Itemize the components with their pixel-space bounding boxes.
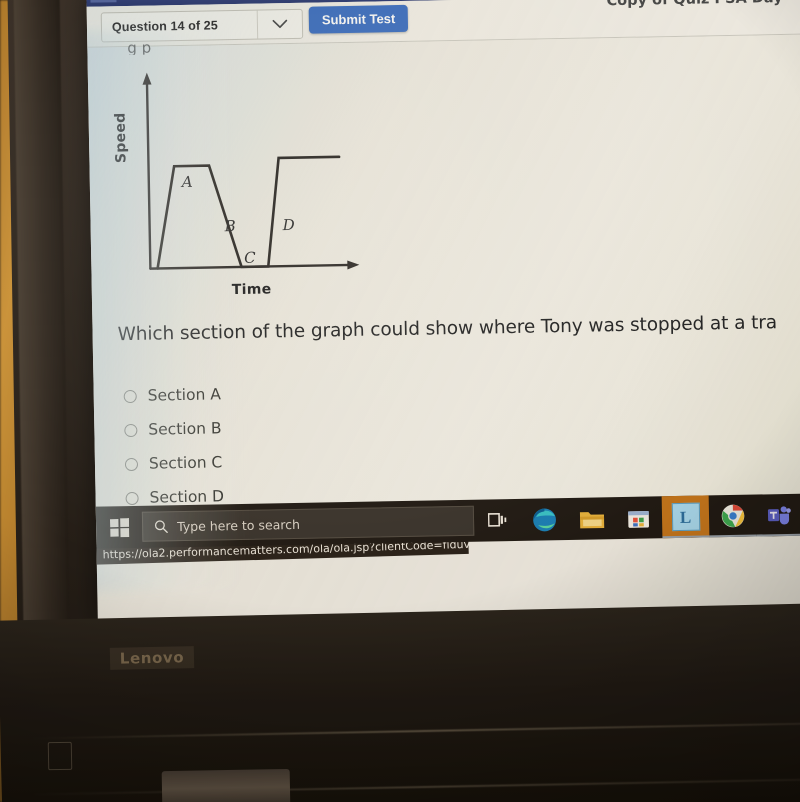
graph-label-b: B [224, 217, 236, 236]
taskbar-app-icons: L [474, 494, 800, 542]
question-content-pane: g p Speed Time A B C D Which section of … [87, 34, 800, 565]
taskbar-item-chrome[interactable] [709, 495, 757, 538]
graph-y-axis-label: Speed [112, 112, 130, 164]
lockdown-browser-icon[interactable]: L [671, 502, 700, 532]
answer-option-label: Section A [147, 385, 221, 405]
edge-icon[interactable] [532, 507, 557, 532]
graph-label-c: C [244, 248, 256, 267]
taskbar-item-microsoft-store[interactable] [615, 496, 663, 539]
taskbar-item-file-explorer[interactable] [568, 497, 616, 540]
radio-button[interactable] [123, 389, 137, 403]
file-explorer-icon[interactable] [578, 508, 604, 529]
laptop-screen: Question 14 of 25 Submit Test Copy of Qu… [86, 0, 800, 621]
microsoft-store-icon[interactable] [627, 506, 650, 529]
taskbar-search-box[interactable]: Type here to search [141, 505, 475, 542]
question-text: Which section of the graph could show wh… [117, 312, 778, 346]
taskbar-search-placeholder: Type here to search [176, 516, 301, 534]
lockdown-browser-letter: L [679, 507, 692, 527]
answer-option-label: Section C [148, 453, 223, 473]
answer-option[interactable]: Section B [124, 411, 223, 447]
answer-options: Section A Section B Section C Section D [123, 377, 224, 515]
submit-test-button[interactable]: Submit Test [308, 4, 409, 34]
windows-start-icon[interactable] [96, 506, 143, 549]
radio-button[interactable] [124, 457, 139, 471]
laptop-lower-deck [0, 603, 800, 802]
teams-icon[interactable] [767, 504, 792, 526]
chrome-icon[interactable] [720, 504, 744, 528]
browser-tab[interactable] [90, 0, 117, 3]
graph-axes [142, 72, 360, 270]
taskbar-item-lockdown-browser[interactable]: L [661, 495, 710, 539]
graph-label-a: A [181, 172, 193, 192]
question-selector-label: Question 14 of 25 [111, 18, 218, 35]
answer-option[interactable]: Section A [123, 377, 222, 413]
lenovo-logo: Lenovo [109, 646, 195, 670]
radio-button[interactable] [124, 423, 138, 437]
photo-scene: Question 14 of 25 Submit Test Copy of Qu… [0, 0, 800, 802]
taskbar-item-teams[interactable] [756, 494, 800, 537]
answer-option[interactable]: Section C [124, 445, 224, 481]
taskbar-item-task-view[interactable] [474, 499, 522, 542]
chevron-down-icon[interactable] [256, 9, 303, 39]
graph-label-d: D [282, 215, 295, 235]
laptop-port [47, 741, 73, 771]
answer-option-label: Section B [148, 419, 222, 439]
laptop-latch [161, 768, 291, 802]
radio-button[interactable] [125, 491, 139, 505]
taskbar-item-edge[interactable] [521, 498, 569, 541]
graph-x-axis-label: Time [231, 281, 272, 299]
quiz-title: Copy of Quiz PSA Day [606, 0, 782, 9]
speed-time-graph: Speed Time A B C D [110, 64, 394, 314]
task-view-icon[interactable] [487, 511, 507, 529]
search-icon [154, 520, 168, 533]
